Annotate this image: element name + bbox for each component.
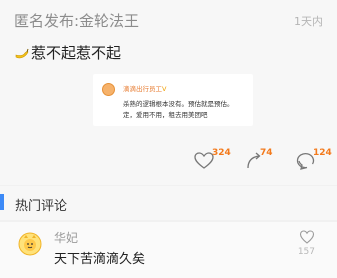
post-text-content: 惹不起惹不起 <box>31 44 122 62</box>
commenter-name[interactable]: 华妃 <box>54 229 78 246</box>
comment-like-heart-icon[interactable] <box>299 229 315 245</box>
post-time: 1天内 <box>294 15 323 28</box>
comment-button[interactable]: 124 <box>296 148 332 171</box>
quoted-text-line-1: 杀熟的逻辑根本没有。预估就是预估。 <box>123 100 234 108</box>
commenter-avatar[interactable] <box>18 232 42 256</box>
hot-comments-header: 热门评论 <box>0 186 337 220</box>
comment-item[interactable]: 华妃 天下苦滴滴久矣 157 <box>0 222 337 278</box>
section-title: 热门评论 <box>15 199 68 214</box>
quoted-author[interactable]: 滴滴出行员工V <box>123 83 166 93</box>
comment-count: 124 <box>313 148 332 158</box>
quoted-post[interactable]: 滴滴出行员工V 杀熟的逻辑根本没有。预估就是预估。 定，爱用不用，租去用美团吧 <box>93 74 253 126</box>
quoted-author-name: 滴滴出行员工 <box>123 85 162 93</box>
post-author[interactable]: 匿名发布:金轮法王 <box>14 10 139 31</box>
repost-button[interactable]: 74 <box>245 148 273 171</box>
comment-like-count: 157 <box>297 247 315 257</box>
banana-emoji-icon <box>14 46 30 60</box>
post-card[interactable]: 匿名发布:金轮法王 1天内 惹不起惹不起 滴滴出行员工V 杀熟的逻辑根本没有。预… <box>0 0 337 185</box>
repost-count: 74 <box>260 148 273 158</box>
quoted-author-avatar <box>102 83 115 96</box>
like-button[interactable]: 324 <box>193 148 231 171</box>
like-count: 324 <box>212 148 231 158</box>
verified-badge-icon: V <box>162 85 167 93</box>
comment-text: 天下苦滴滴久矣 <box>54 252 146 267</box>
section-accent-bar <box>0 194 4 210</box>
quoted-text-line-2: 定，爱用不用，租去用美团吧 <box>123 111 208 119</box>
post-text: 惹不起惹不起 <box>14 42 121 63</box>
